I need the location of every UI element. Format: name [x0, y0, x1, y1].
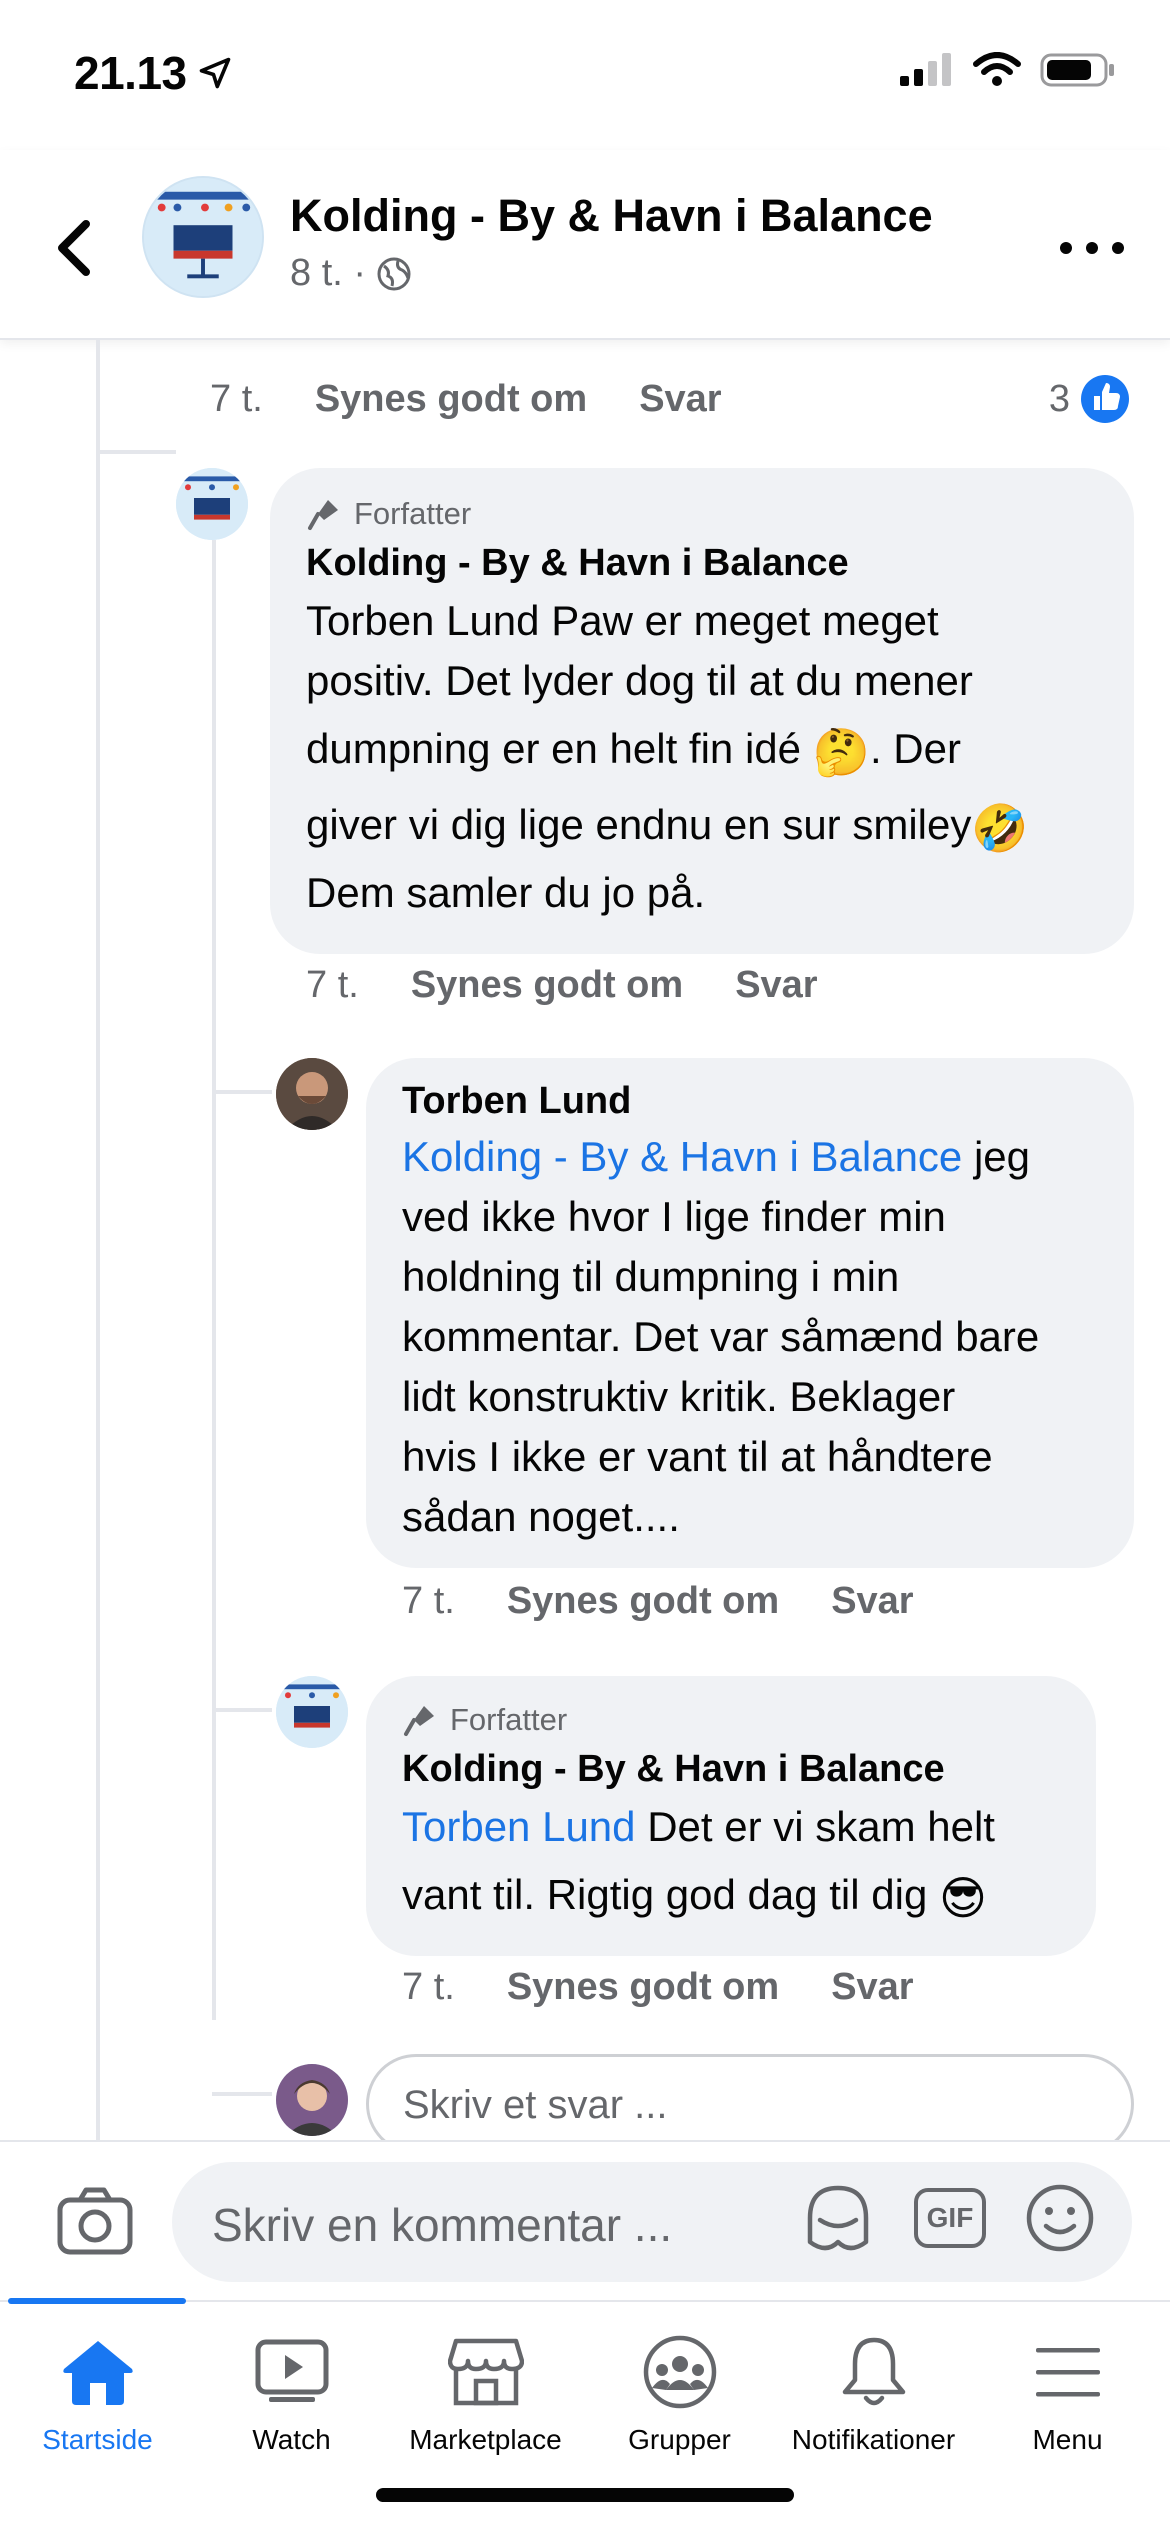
status-time: 21.13	[74, 46, 233, 100]
tab-startside[interactable]: Startside	[0, 2332, 195, 2456]
sunglasses-emoji: 😎	[938, 1870, 987, 1925]
bell-icon	[842, 2337, 905, 2406]
marketplace-icon	[447, 2338, 524, 2406]
comment-composer: Skriv en kommentar ... GIF	[0, 2140, 1170, 2300]
thread-line	[96, 340, 100, 2140]
cellular-signal-icon	[900, 53, 951, 86]
person-photo	[276, 1058, 348, 1130]
commenter-name[interactable]: Kolding - By & Havn i Balance	[306, 542, 1098, 585]
reply-button[interactable]: Svar	[735, 964, 817, 1007]
more-options-button[interactable]	[1060, 228, 1124, 268]
thread-line	[212, 1090, 272, 1094]
battery-icon	[1040, 53, 1114, 87]
like-button[interactable]: Synes godt om	[507, 1580, 779, 1623]
post-time: 8 t. ·	[290, 252, 367, 294]
back-button[interactable]	[44, 208, 104, 288]
like-button[interactable]: Synes godt om	[315, 378, 587, 421]
thread-line	[96, 450, 176, 454]
like-button[interactable]: Synes godt om	[411, 964, 683, 1007]
tab-menu[interactable]: Menu	[970, 2332, 1165, 2456]
composer-icons: GIF	[800, 2180, 1096, 2256]
avatar-sticker-icon[interactable]	[800, 2180, 876, 2256]
emoji-icon[interactable]	[1024, 2182, 1096, 2254]
mention-link[interactable]: Kolding - By & Havn i Balance	[402, 1133, 962, 1180]
reaction-count[interactable]: 3	[1049, 378, 1070, 421]
comment-text: Kolding - By & Havn i Balance jeg ved ik…	[402, 1133, 1040, 1540]
home-icon	[62, 2341, 133, 2405]
like-button[interactable]: Synes godt om	[507, 1966, 779, 2009]
thread-line	[212, 1708, 272, 1712]
tab-notifikationer[interactable]: Notifikationer	[776, 2332, 971, 2456]
by-havn-logo	[144, 178, 262, 296]
post-header: Kolding - By & Havn i Balance 8 t. ·	[0, 150, 1170, 340]
location-arrow-icon	[199, 57, 230, 89]
page-avatar[interactable]	[142, 176, 264, 298]
thinking-face-emoji: 🤔	[812, 724, 870, 779]
commenter-name[interactable]: Torben Lund	[402, 1080, 1098, 1123]
comment-actions: 7 t. Synes godt om Svar	[306, 964, 818, 1007]
person-photo	[276, 2064, 348, 2136]
author-badge: Forfatter	[306, 496, 1098, 532]
comment-input[interactable]: Skriv en kommentar ... GIF	[172, 2162, 1132, 2282]
page-avatar[interactable]	[176, 468, 248, 540]
dot	[1060, 242, 1072, 254]
by-havn-logo	[276, 1676, 348, 1748]
tab-grupper[interactable]: Grupper	[582, 2332, 777, 2456]
comment-bubble: Forfatter Kolding - By & Havn i Balance …	[366, 1676, 1096, 1956]
post-meta: 8 t. ·	[290, 252, 412, 295]
chevron-left-icon	[58, 220, 90, 276]
thread-line	[212, 540, 216, 2020]
camera-button[interactable]	[56, 2186, 134, 2256]
comment-actions: 7 t. Synes godt om Svar 3	[210, 374, 1130, 424]
page-title[interactable]: Kolding - By & Havn i Balance	[290, 190, 933, 242]
status-bar: 21.13	[0, 0, 1170, 150]
globe-icon	[377, 257, 411, 290]
home-indicator	[376, 2488, 794, 2502]
author-badge: Forfatter	[402, 1702, 1060, 1738]
microphone-icon	[308, 500, 338, 530]
like-reaction-icon	[1081, 375, 1129, 423]
comment-thread: 7 t. Synes godt om Svar 3 Forfatter Kold…	[0, 340, 1170, 2140]
page-avatar[interactable]	[276, 1676, 348, 1748]
wifi-icon	[973, 52, 1021, 86]
microphone-icon	[404, 1706, 434, 1736]
dot	[1112, 242, 1124, 254]
thread-line	[212, 2092, 272, 2096]
tab-watch[interactable]: Watch	[194, 2332, 389, 2456]
dot	[1086, 242, 1098, 254]
comment-bubble: Forfatter Kolding - By & Havn i Balance …	[270, 468, 1134, 954]
reply-button[interactable]: Svar	[639, 378, 721, 421]
current-user-avatar	[276, 2064, 348, 2136]
user-avatar-torben[interactable]	[276, 1058, 348, 1130]
comment-bubble: Torben Lund Kolding - By & Havn i Balanc…	[366, 1058, 1134, 1568]
groups-icon	[643, 2335, 716, 2409]
by-havn-logo	[176, 468, 248, 540]
comment-actions: 7 t. Synes godt om Svar	[402, 1966, 914, 2009]
gif-button[interactable]: GIF	[914, 2188, 986, 2248]
camera-icon	[57, 2187, 133, 2255]
comment-text: Torben Lund Det er vi skam helt vant til…	[402, 1797, 1060, 1933]
reply-button[interactable]: Svar	[831, 1966, 913, 2009]
mention-link[interactable]: Torben Lund	[402, 1803, 636, 1850]
comment-text: Torben Lund Paw er meget meget positiv. …	[306, 597, 1029, 916]
active-tab-indicator	[8, 2298, 186, 2304]
status-icons	[898, 52, 1116, 88]
menu-icon	[1035, 2348, 1100, 2397]
watch-icon	[255, 2339, 328, 2402]
commenter-name[interactable]: Kolding - By & Havn i Balance	[402, 1748, 1060, 1791]
rolling-laughing-emoji: 🤣	[971, 800, 1029, 855]
reply-button[interactable]: Svar	[831, 1580, 913, 1623]
reply-input[interactable]: Skriv et svar ...	[366, 2054, 1134, 2140]
comment-actions: 7 t. Synes godt om Svar	[402, 1580, 914, 1623]
tab-marketplace[interactable]: Marketplace	[388, 2332, 583, 2456]
